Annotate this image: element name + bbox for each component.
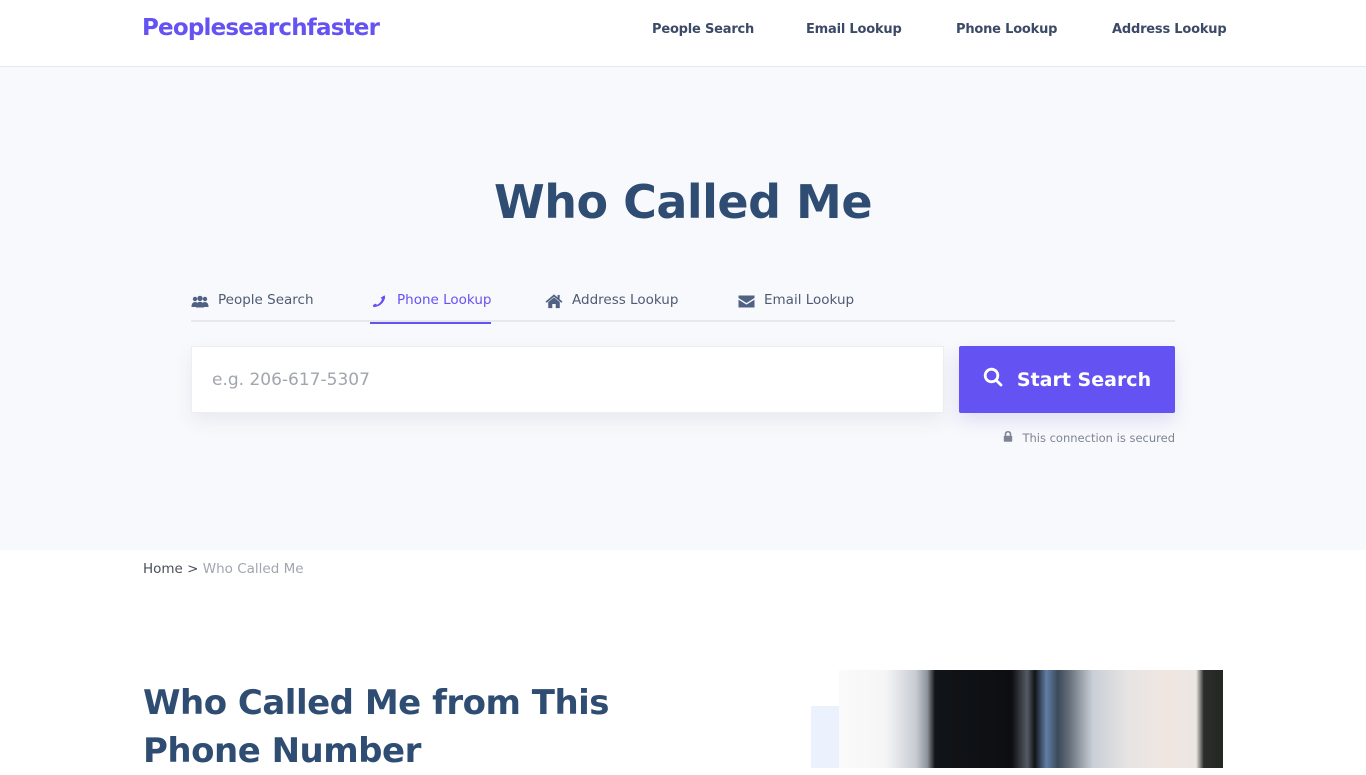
search-icon [983,367,1003,392]
site-header: Peoplesearchfaster People Search Email L… [0,0,1366,67]
phone-search-field-wrap [191,346,944,413]
section-title: Who Called Me from This Phone Number [143,683,610,771]
tab-label: Phone Lookup [397,292,492,308]
phone-icon [370,293,388,309]
tab-label: People Search [218,292,314,308]
tab-label: Email Lookup [764,292,855,308]
nav-people-search[interactable]: People Search [652,22,754,37]
breadcrumb-separator: > [187,561,199,577]
tab-phone-lookup[interactable]: Phone Lookup [370,292,492,324]
nav-email-lookup[interactable]: Email Lookup [806,22,902,37]
secure-text: This connection is secured [1022,431,1175,445]
phone-search-input[interactable] [192,347,943,412]
envelope-icon [737,293,755,309]
secure-connection-note: This connection is secured [1003,431,1175,445]
hero-section: Who Called Me People Search Phone Lookup… [0,67,1366,550]
nav-address-lookup[interactable]: Address Lookup [1112,22,1227,37]
lock-icon [1003,431,1013,445]
users-icon [191,293,209,309]
site-logo[interactable]: Peoplesearchfaster [142,15,380,41]
page-title: Who Called Me [493,175,873,229]
start-search-button[interactable]: Start Search [959,346,1175,413]
search-tabs: People Search Phone Lookup Address Looku… [191,285,1175,324]
tab-people-search[interactable]: People Search [191,292,314,322]
tab-email-lookup[interactable]: Email Lookup [737,292,854,322]
tab-label: Address Lookup [572,292,679,308]
home-icon [545,293,563,309]
tab-address-lookup[interactable]: Address Lookup [545,292,678,322]
nav-phone-lookup[interactable]: Phone Lookup [956,22,1057,37]
start-search-label: Start Search [1016,368,1152,391]
article-image [839,670,1223,768]
breadcrumb: Home > Who Called Me [143,561,304,577]
breadcrumb-current: Who Called Me [202,561,304,577]
breadcrumb-home[interactable]: Home [143,561,183,577]
